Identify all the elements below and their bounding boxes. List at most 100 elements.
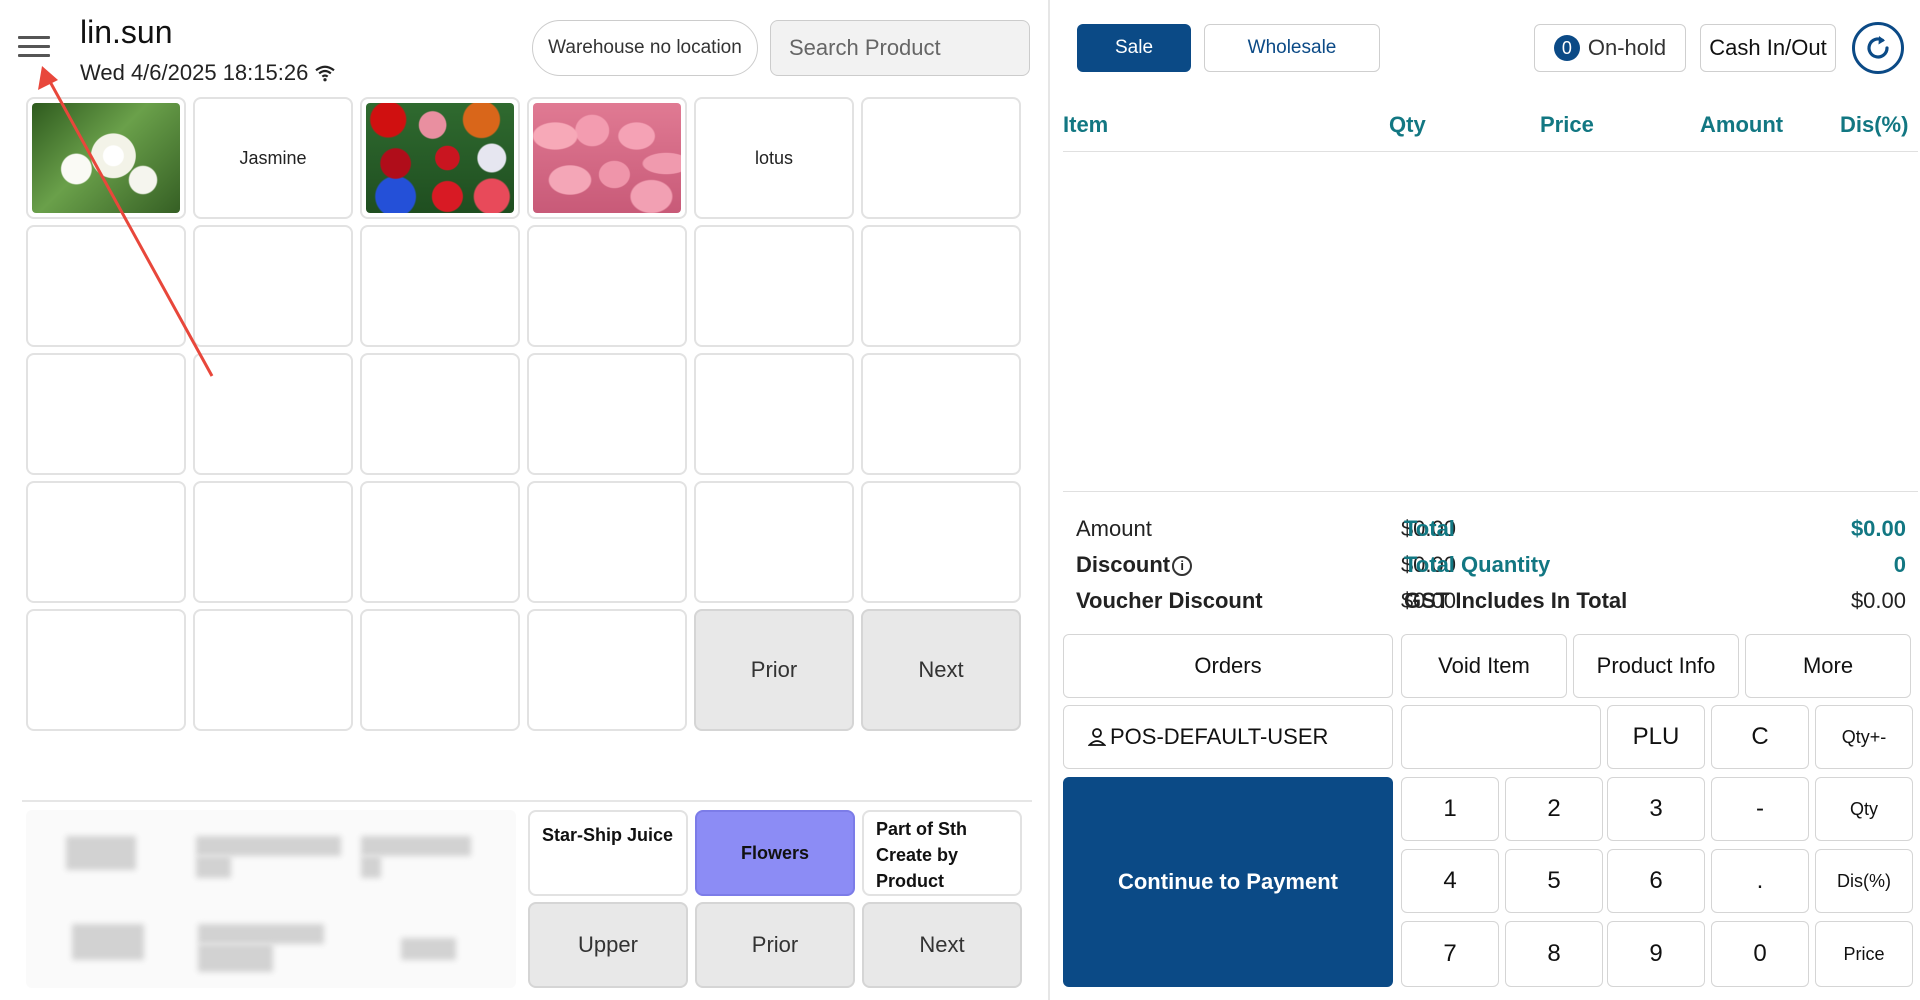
- category-part-of-sth[interactable]: Part of Sth Create by Product: [862, 810, 1022, 896]
- discount-label-row[interactable]: Discount i: [1076, 548, 1193, 582]
- keypad-4[interactable]: 4: [1401, 849, 1499, 913]
- product-tile-empty[interactable]: [193, 481, 353, 603]
- product-tile-empty[interactable]: [527, 481, 687, 603]
- product-tile-empty[interactable]: [26, 609, 186, 731]
- product-tile-jasmine[interactable]: Jasmine: [193, 97, 353, 219]
- category-label: Flowers: [740, 842, 810, 863]
- roses-collage-image: [366, 103, 514, 213]
- warehouse-button[interactable]: Warehouse no location: [532, 20, 758, 76]
- product-tile-empty[interactable]: [193, 609, 353, 731]
- product-tile-empty[interactable]: [360, 225, 520, 347]
- numpad-input-field[interactable]: [1401, 705, 1601, 769]
- keypad-1[interactable]: 1: [1401, 777, 1499, 841]
- keypad-0[interactable]: 0: [1711, 921, 1809, 987]
- keypad-decimal[interactable]: .: [1711, 849, 1809, 913]
- discount-percent-button[interactable]: Dis(%): [1815, 849, 1913, 913]
- datetime-text: Wed 4/6/2025 18:15:26: [80, 60, 309, 85]
- info-icon[interactable]: i: [1172, 556, 1193, 577]
- refresh-icon[interactable]: [1852, 22, 1904, 74]
- datetime-display: Wed 4/6/2025 18:15:26: [80, 60, 336, 86]
- product-tile-empty[interactable]: [694, 481, 854, 603]
- product-tile-empty[interactable]: [360, 609, 520, 731]
- sale-mode-button[interactable]: Sale: [1077, 24, 1191, 72]
- blurred-categories: [26, 810, 516, 988]
- discount-label: Discount: [1076, 552, 1171, 577]
- column-qty: Qty: [1389, 112, 1426, 137]
- person-icon: [1088, 728, 1106, 746]
- category-label: Part of Sth Create by Product: [876, 819, 968, 891]
- category-next-button[interactable]: Next: [862, 902, 1022, 988]
- amount-label: Amount: [1076, 516, 1152, 541]
- product-grid: Jasmine lotus Prior Next: [26, 97, 1021, 731]
- keypad-8[interactable]: 8: [1505, 921, 1603, 987]
- keypad-6[interactable]: 6: [1607, 849, 1705, 913]
- product-tile-roses[interactable]: [360, 97, 520, 219]
- total-label: Total: [1404, 516, 1455, 541]
- total-quantity-value: 0: [1893, 552, 1906, 577]
- keypad-9[interactable]: 9: [1607, 921, 1705, 987]
- order-panel: Sale Wholesale 0 On-hold Cash In/Out Ite…: [1050, 0, 1920, 1000]
- cart-items-list: [1063, 152, 1918, 492]
- qty-plus-minus-button[interactable]: Qty+-: [1815, 705, 1913, 769]
- hamburger-menu-icon[interactable]: [18, 36, 50, 60]
- more-button[interactable]: More: [1745, 634, 1911, 698]
- product-tile-empty[interactable]: [694, 225, 854, 347]
- tulips-image: [533, 103, 681, 213]
- keypad-3[interactable]: 3: [1607, 777, 1705, 841]
- void-item-button[interactable]: Void Item: [1401, 634, 1567, 698]
- clear-button[interactable]: C: [1711, 705, 1809, 769]
- section-divider: [22, 800, 1032, 802]
- column-item: Item: [1063, 112, 1109, 137]
- keypad-minus[interactable]: -: [1711, 777, 1809, 841]
- product-tile-empty[interactable]: [193, 225, 353, 347]
- orders-button[interactable]: Orders: [1063, 634, 1393, 698]
- product-tile-empty[interactable]: [360, 353, 520, 475]
- plu-button[interactable]: PLU: [1607, 705, 1705, 769]
- column-discount: Dis(%): [1840, 112, 1909, 137]
- product-tile-empty[interactable]: [193, 353, 353, 475]
- column-amount: Amount: [1700, 112, 1784, 137]
- wholesale-mode-button[interactable]: Wholesale: [1204, 24, 1380, 72]
- keypad-5[interactable]: 5: [1505, 849, 1603, 913]
- product-panel: lin.sun Wed 4/6/2025 18:15:26 Warehouse …: [0, 0, 1048, 1000]
- product-tile-empty[interactable]: [26, 481, 186, 603]
- keypad-7[interactable]: 7: [1401, 921, 1499, 987]
- cart-table-header: Item Qty Price Amount Dis(%): [1063, 108, 1918, 152]
- product-next-button[interactable]: Next: [861, 609, 1021, 731]
- product-tile-empty[interactable]: [861, 353, 1021, 475]
- product-tile-empty[interactable]: [527, 225, 687, 347]
- product-info-button[interactable]: Product Info: [1573, 634, 1739, 698]
- customer-user-button[interactable]: POS-DEFAULT-USER: [1063, 705, 1393, 769]
- product-tile-lotus[interactable]: lotus: [694, 97, 854, 219]
- product-tile-empty[interactable]: [527, 353, 687, 475]
- category-prior-button[interactable]: Prior: [695, 902, 855, 988]
- wifi-icon: [315, 65, 336, 82]
- product-tile-empty[interactable]: [694, 353, 854, 475]
- price-button[interactable]: Price: [1815, 921, 1913, 987]
- continue-to-payment-button[interactable]: Continue to Payment: [1063, 777, 1393, 987]
- product-tile-empty[interactable]: [861, 481, 1021, 603]
- product-prior-button[interactable]: Prior: [694, 609, 854, 731]
- cash-in-out-button[interactable]: Cash In/Out: [1700, 24, 1836, 72]
- category-label: Star-Ship Juice: [542, 825, 674, 845]
- customer-user-label: POS-DEFAULT-USER: [1110, 724, 1329, 749]
- product-tile-empty[interactable]: [26, 353, 186, 475]
- category-star-ship-juice[interactable]: Star-Ship Juice: [528, 810, 688, 896]
- product-tile-empty[interactable]: [861, 225, 1021, 347]
- category-flowers[interactable]: Flowers: [695, 810, 855, 896]
- on-hold-count-badge: 0: [1553, 35, 1580, 61]
- on-hold-label: On-hold: [1587, 35, 1667, 60]
- product-tile-tulips[interactable]: [527, 97, 687, 219]
- product-tile-empty[interactable]: [26, 225, 186, 347]
- on-hold-button[interactable]: 0 On-hold: [1534, 24, 1686, 72]
- voucher-discount-label: Voucher Discount: [1076, 588, 1263, 613]
- product-label: Jasmine: [239, 147, 307, 168]
- product-tile-empty[interactable]: [360, 481, 520, 603]
- product-tile-empty[interactable]: [527, 609, 687, 731]
- product-tile-empty[interactable]: [861, 97, 1021, 219]
- qty-button[interactable]: Qty: [1815, 777, 1913, 841]
- search-product-input[interactable]: [770, 20, 1030, 76]
- keypad-2[interactable]: 2: [1505, 777, 1603, 841]
- category-upper-button[interactable]: Upper: [528, 902, 688, 988]
- product-tile-lily[interactable]: [26, 97, 186, 219]
